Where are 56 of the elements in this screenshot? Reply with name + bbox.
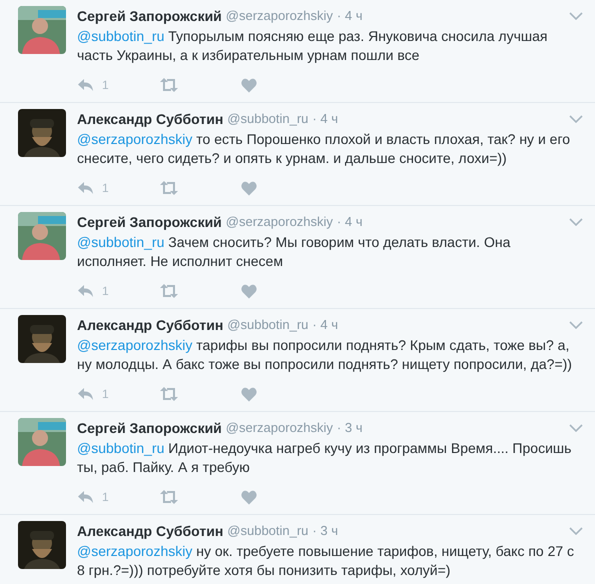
tweet-time[interactable]: · 4 ч <box>336 6 362 26</box>
reply-count: 1 <box>102 386 109 403</box>
reply-count: 1 <box>102 283 109 300</box>
author-name[interactable]: Александр Субботин <box>77 108 224 130</box>
tweet-time[interactable]: · 4 ч <box>336 212 362 232</box>
reply-icon[interactable] <box>77 78 94 92</box>
mention-link[interactable]: @serzaporozhskiy <box>77 337 192 353</box>
author-name[interactable]: Сергей Запорожский <box>77 212 222 232</box>
tweet-time[interactable]: · 4 ч <box>312 315 338 335</box>
heart-icon[interactable] <box>241 490 257 504</box>
chevron-icon[interactable] <box>569 527 583 535</box>
author-handle[interactable]: @subbotin_ru <box>227 315 308 335</box>
chevron-icon[interactable] <box>569 321 583 329</box>
reply-icon[interactable] <box>77 490 94 504</box>
tweet-text: @subbotin_ru Идиот-недоучка нагреб кучу из программы Время.... Просишь ты, раб. Пайку. А я требую <box>77 439 572 477</box>
retweet-icon[interactable] <box>159 387 179 401</box>
heart-icon[interactable] <box>241 386 257 402</box>
mention-link[interactable]: @serzaporozhskiy <box>77 131 192 147</box>
author-handle[interactable]: @serzaporozhskiy <box>226 6 333 26</box>
tweet-text: @subbotin_ru Зачем сносить? Мы говорим что делать власти. Она исполняет. Не исполнит снесем <box>77 233 512 271</box>
heart-icon[interactable] <box>241 284 257 298</box>
tweet-time[interactable]: · 3 ч <box>336 418 362 438</box>
author-handle[interactable]: @serzaporozhskiy <box>226 212 333 232</box>
reply-icon[interactable] <box>77 387 94 401</box>
mention-link[interactable]: @serzaporozhskiy <box>77 543 192 559</box>
author-name[interactable]: Сергей Запорожский <box>77 6 222 26</box>
heart-icon[interactable] <box>241 78 257 92</box>
author-handle[interactable]: @serzaporozhskiy <box>226 418 333 438</box>
chevron-icon[interactable] <box>569 115 583 123</box>
retweet-icon[interactable] <box>159 78 179 92</box>
retweet-icon[interactable] <box>159 490 179 504</box>
reply-count: 1 <box>102 180 109 197</box>
heart-icon[interactable] <box>241 180 257 196</box>
reply-count: 1 <box>102 489 109 506</box>
chevron-icon[interactable] <box>569 218 583 226</box>
reply-count: 1 <box>102 77 109 94</box>
author-name[interactable]: Сергей Запорожский <box>77 418 222 438</box>
tweet-text: @serzaporozhskiy то есть Порошенко плохой и власть плохая, так? ну и его снесите, чего сидеть? и опять к урнам. и дальше сносите, лохи=)) <box>77 130 572 168</box>
tweet-text: @serzaporozhskiy ну ок. требуете повышение тарифов, нищету, бакс по 27 с 8 грн.?=))) потребуйте хотя бы понизить тарифы, холуй=) <box>77 542 576 580</box>
tweet-text: @subbotin_ru Тупорылым поясняю еще раз. Януковича сносила лучшая часть Украины, а к избирательным урнам пошли все <box>77 27 548 65</box>
mention-link[interactable]: @subbotin_ru <box>77 234 164 250</box>
tweet-text: @serzaporozhskiy тарифы вы попросили поднять? Крым сдать, тоже вы? а, ну молодцы. А бакс тоже вы попросили поднять? нищету попросили, да?=)) <box>77 336 573 374</box>
reply-icon[interactable] <box>77 181 94 195</box>
chevron-icon[interactable] <box>569 12 583 20</box>
mention-link[interactable]: @subbotin_ru <box>77 440 164 456</box>
reply-icon[interactable] <box>77 284 94 298</box>
retweet-icon[interactable] <box>159 284 179 298</box>
mention-link[interactable]: @subbotin_ru <box>77 28 164 44</box>
author-handle[interactable]: @subbotin_ru <box>227 521 308 541</box>
author-name[interactable]: Александр Субботин <box>77 314 224 336</box>
retweet-icon[interactable] <box>159 181 179 195</box>
tweet-time[interactable]: · 4 ч <box>312 109 338 129</box>
author-name[interactable]: Александр Субботин <box>77 520 224 542</box>
tweet-time[interactable]: · 3 ч <box>312 521 338 541</box>
author-handle[interactable]: @subbotin_ru <box>227 109 308 129</box>
chevron-icon[interactable] <box>569 424 583 432</box>
